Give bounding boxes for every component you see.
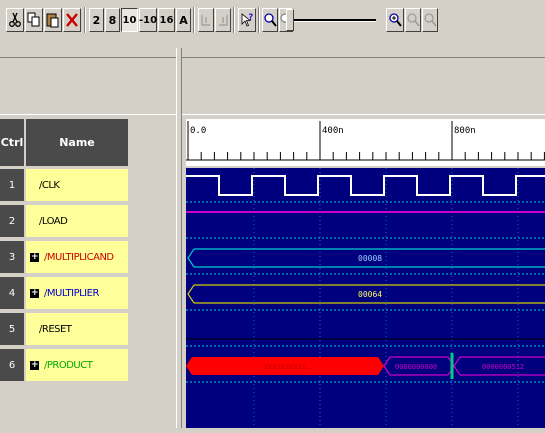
waveform-area[interactable]: 00008 00064 XXXXXXXXXX 0000000000 0000000512 (186, 168, 545, 428)
marker-left-icon (201, 15, 210, 26)
zoom-in-toolbar-button[interactable] (262, 8, 278, 32)
signal-list-top-band (0, 57, 176, 115)
signal-name: /CLK (39, 179, 60, 191)
zoom-full-button[interactable] (422, 8, 438, 32)
signal-row-multiplier[interactable]: + /MULTIPLIER (26, 277, 128, 309)
toolbar-separator (193, 7, 195, 33)
cut-button[interactable] (6, 8, 24, 32)
radix-octal-button[interactable]: 8 (105, 8, 120, 32)
signal-row-load[interactable]: /LOAD (26, 205, 128, 237)
toolbar: 2 8 10 -10 16 A ? (0, 0, 545, 48)
zoom-plus-icon (389, 13, 402, 27)
paste-icon (46, 13, 59, 28)
zoom-slider-thumb[interactable] (286, 9, 294, 31)
toolbar-separator (84, 7, 86, 33)
signal-name: /PRODUCT (44, 359, 93, 371)
signal-name: /LOAD (39, 215, 68, 227)
toolbar-separator (233, 7, 235, 33)
expand-plus-icon[interactable]: + (30, 288, 39, 298)
signal-name: /MULTIPLICAND (44, 251, 114, 263)
zoom-fit-icon (407, 13, 420, 27)
multiplicand-value: 00008 (358, 254, 382, 263)
radix-binary-button[interactable]: 2 (89, 8, 104, 32)
delete-button[interactable] (63, 8, 81, 32)
radix-ascii-button[interactable]: A (176, 8, 191, 32)
radix-hex-button[interactable]: 16 (158, 8, 175, 32)
expand-plus-icon[interactable]: + (30, 360, 39, 370)
signal-row-multiplicand[interactable]: + /MULTIPLICAND (26, 241, 128, 273)
zoom-slider-track[interactable] (291, 19, 376, 22)
scissors-icon (9, 12, 21, 27)
signal-row-reset[interactable]: /RESET (26, 313, 128, 345)
marker-left-button[interactable] (198, 8, 214, 32)
signal-row-product[interactable]: + /PRODUCT (26, 349, 128, 381)
time-ruler[interactable]: 0.0 400n 800n (186, 119, 545, 166)
ruler-label: 400n (322, 126, 344, 136)
zoom-in-icon (264, 13, 277, 27)
product-value: 0000000000 (395, 363, 437, 371)
red-x-icon (66, 13, 78, 27)
copy-icon (27, 12, 40, 27)
multiplier-value: 00064 (358, 290, 382, 299)
paste-button[interactable] (44, 8, 62, 32)
zoom-fit-button[interactable] (405, 8, 421, 32)
signal-row-number[interactable]: 5 (0, 313, 24, 345)
name-column-header[interactable]: Name (26, 119, 128, 166)
signal-row-clk[interactable]: /CLK (26, 169, 128, 201)
signal-row-number[interactable]: 1 (0, 169, 24, 201)
ruler-label: 800n (454, 126, 476, 136)
radix-decimal-button[interactable]: 10 (121, 8, 138, 32)
copy-button[interactable] (25, 8, 43, 32)
waveform-canvas: 00008 00064 XXXXXXXXXX 0000000000 0000000512 (186, 168, 545, 428)
time-ruler-scale: 0.0 400n 800n (186, 121, 545, 161)
zoom-button[interactable] (386, 8, 404, 32)
marker-right-button[interactable] (215, 8, 231, 32)
signal-name: /MULTIPLIER (44, 287, 99, 299)
signal-row-number[interactable]: 6 (0, 349, 24, 381)
ruler-label: 0.0 (190, 126, 206, 136)
svg-text:?: ? (248, 13, 253, 23)
product-value: 0000000512 (482, 363, 524, 371)
ctrl-column-header[interactable]: Ctrl (0, 119, 24, 166)
clk-waveform (186, 175, 545, 196)
signal-row-number[interactable]: 2 (0, 205, 24, 237)
signal-row-number[interactable]: 3 (0, 241, 24, 273)
signal-name: /RESET (39, 323, 72, 335)
zoom-full-icon (424, 13, 437, 27)
radix-signed-decimal-button[interactable]: -10 (139, 8, 157, 32)
question-arrow-icon: ? (241, 13, 253, 27)
signal-row-number[interactable]: 4 (0, 277, 24, 309)
toolbar-separator (258, 7, 260, 33)
marker-right-icon (219, 15, 228, 26)
waveform-top-band (182, 57, 545, 115)
expand-plus-icon[interactable]: + (30, 252, 39, 262)
product-value-unknown: XXXXXXXXXX (264, 363, 307, 371)
help-button[interactable]: ? (238, 8, 256, 32)
